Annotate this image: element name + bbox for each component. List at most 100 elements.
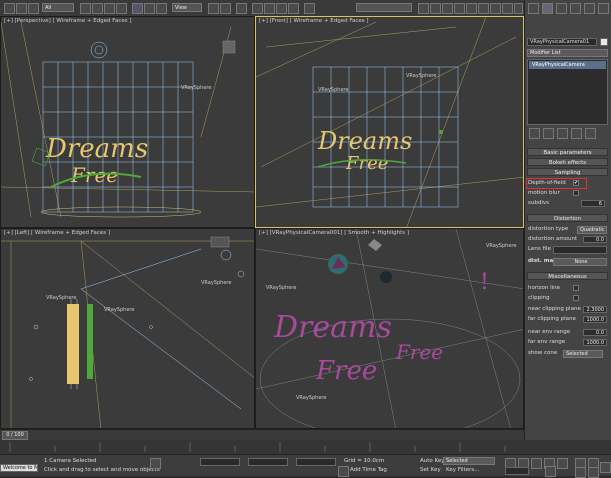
hierarchy-tab-icon[interactable] (556, 3, 567, 14)
show-end-result-icon[interactable] (543, 128, 554, 139)
layer-manager-icon[interactable] (442, 3, 453, 14)
distortion-amount-label: distortion amount (528, 236, 578, 242)
render-icon[interactable] (514, 3, 523, 14)
key-filters-button[interactable]: Key Filters... (446, 467, 479, 473)
align-icon[interactable] (430, 3, 441, 14)
basic-parameters-rollout[interactable]: Basic parameters (527, 148, 608, 156)
vraysphere-label: VRaySphere (406, 73, 436, 79)
create-tab-icon[interactable] (528, 3, 539, 14)
auto-key-button[interactable]: Auto Key (420, 458, 445, 464)
clipping-checkbox[interactable] (573, 295, 579, 301)
remove-modifier-icon[interactable] (571, 128, 582, 139)
key-selection-dropdown[interactable]: Selected (443, 457, 495, 465)
undo-icon[interactable] (4, 3, 15, 14)
dist-map-button[interactable]: None (553, 258, 607, 266)
object-color-swatch[interactable] (600, 38, 608, 46)
scale-icon[interactable] (156, 3, 167, 14)
link-icon[interactable] (28, 3, 39, 14)
vraysphere-label: VRaySphere (104, 307, 134, 313)
distortion-rollout[interactable]: Distortion (527, 214, 608, 222)
material-editor-icon[interactable] (490, 3, 501, 14)
time-slider-thumb[interactable]: 0 / 100 (2, 431, 28, 440)
move-icon[interactable] (132, 3, 143, 14)
window-crossing-icon[interactable] (116, 3, 127, 14)
viewport-label[interactable]: [+] [Left] [ Wireframe + Edged Faces ] (4, 230, 110, 236)
maximize-viewport-icon[interactable] (600, 462, 611, 473)
pivot-icon[interactable] (208, 3, 219, 14)
add-time-tag-icon[interactable] (338, 466, 349, 477)
make-unique-icon[interactable] (557, 128, 568, 139)
rect-region-icon[interactable] (104, 3, 115, 14)
object-name-field[interactable]: VRayPhysicalCamera01 (527, 38, 597, 46)
near-clipping-spinner[interactable]: 2.3000 (583, 306, 607, 313)
horizon-line-checkbox[interactable] (573, 285, 579, 291)
svg-text:!: ! (480, 270, 489, 295)
manipulate-icon[interactable] (220, 3, 231, 14)
modify-tab-icon[interactable] (542, 3, 553, 14)
pin-stack-icon[interactable] (529, 128, 540, 139)
show-cone-dropdown[interactable]: Selected (563, 350, 603, 358)
viewport-label[interactable]: [+] [Perspective] [ Wireframe + Edged Fa… (4, 18, 132, 24)
motion-blur-checkbox[interactable] (573, 190, 579, 196)
orbit-icon[interactable] (588, 467, 599, 478)
viewport-perspective[interactable]: [+] [Perspective] [ Wireframe + Edged Fa… (0, 16, 255, 228)
viewport-label[interactable]: [+] [VRayPhysicalCamera001] [ Smooth + H… (259, 230, 409, 236)
graphite-tools-icon[interactable] (454, 3, 465, 14)
modifier-list-dropdown[interactable]: Modifier List (527, 49, 608, 57)
add-time-tag-label[interactable]: Add Time Tag (350, 467, 387, 473)
percent-snap-icon[interactable] (276, 3, 287, 14)
sampling-rollout[interactable]: Sampling (527, 168, 608, 176)
select-object-icon[interactable] (80, 3, 91, 14)
redo-icon[interactable] (16, 3, 27, 14)
mirror-icon[interactable] (418, 3, 429, 14)
far-clipping-spinner[interactable]: 1000.0 (583, 316, 607, 323)
viewport-camera[interactable]: [+] [VRayPhysicalCamera001] [ Smooth + H… (255, 228, 524, 429)
y-coordinate-field[interactable] (248, 458, 288, 466)
selection-filter-select[interactable]: All (42, 3, 74, 12)
goto-end-icon[interactable] (557, 458, 568, 469)
depth-of-field-checkbox[interactable]: ✔ (573, 180, 579, 186)
select-by-name-icon[interactable] (92, 3, 103, 14)
subdivs-spinner[interactable]: 6 (581, 200, 605, 207)
configure-modifier-sets-icon[interactable] (585, 128, 596, 139)
near-env-spinner[interactable]: 0.0 (583, 329, 607, 336)
set-key-button[interactable]: Set Key (420, 467, 441, 473)
maxscript-listener[interactable]: Welcome to M (0, 464, 38, 472)
horizon-line-label: horizon line (528, 285, 561, 291)
distortion-amount-spinner[interactable]: 0.0 (583, 236, 607, 243)
viewport-label[interactable]: [+] [Front] [ Wireframe + Edged Faces ] (259, 18, 369, 24)
schematic-view-icon[interactable] (478, 3, 489, 14)
named-selection-sets-select[interactable] (356, 3, 412, 12)
distortion-type-dropdown[interactable]: Quadratic (577, 226, 607, 234)
current-frame-field[interactable] (505, 467, 529, 475)
snap-icon[interactable] (252, 3, 263, 14)
vraysphere-label: VRaySphere (296, 395, 326, 401)
z-coordinate-field[interactable] (296, 458, 336, 466)
motion-tab-icon[interactable] (570, 3, 581, 14)
display-tab-icon[interactable] (584, 3, 595, 14)
lock-selection-icon[interactable] (150, 458, 161, 469)
keyboard-shortcut-icon[interactable] (236, 3, 247, 14)
track-bar[interactable] (0, 440, 611, 454)
render-setup-icon[interactable] (502, 3, 513, 14)
far-env-spinner[interactable]: 1000.0 (583, 339, 607, 346)
rotate-icon[interactable] (144, 3, 155, 14)
angle-snap-icon[interactable] (264, 3, 275, 14)
stack-item[interactable]: VRayPhysicalCamera (529, 61, 606, 69)
curve-editor-icon[interactable] (466, 3, 477, 14)
lens-file-field[interactable] (553, 246, 607, 254)
pan-view-icon[interactable] (575, 467, 586, 478)
viewport-front[interactable]: [+] [Front] [ Wireframe + Edged Faces ] … (255, 16, 524, 228)
svg-text:Dreams: Dreams (273, 310, 392, 345)
svg-text:Dreams: Dreams (45, 134, 148, 164)
spinner-snap-icon[interactable] (288, 3, 299, 14)
play-icon[interactable] (531, 458, 542, 469)
miscellaneous-rollout[interactable]: Miscellaneous (527, 272, 608, 280)
utilities-tab-icon[interactable] (598, 3, 609, 14)
viewport-left[interactable]: [+] [Left] [ Wireframe + Edged Faces ] V… (0, 228, 255, 429)
x-coordinate-field[interactable] (200, 458, 240, 466)
time-configuration-icon[interactable] (545, 466, 556, 477)
bokeh-effects-rollout[interactable]: Bokeh effects (527, 158, 608, 166)
reference-coordinate-select[interactable]: View (172, 3, 202, 12)
named-selection-icon[interactable] (304, 3, 315, 14)
